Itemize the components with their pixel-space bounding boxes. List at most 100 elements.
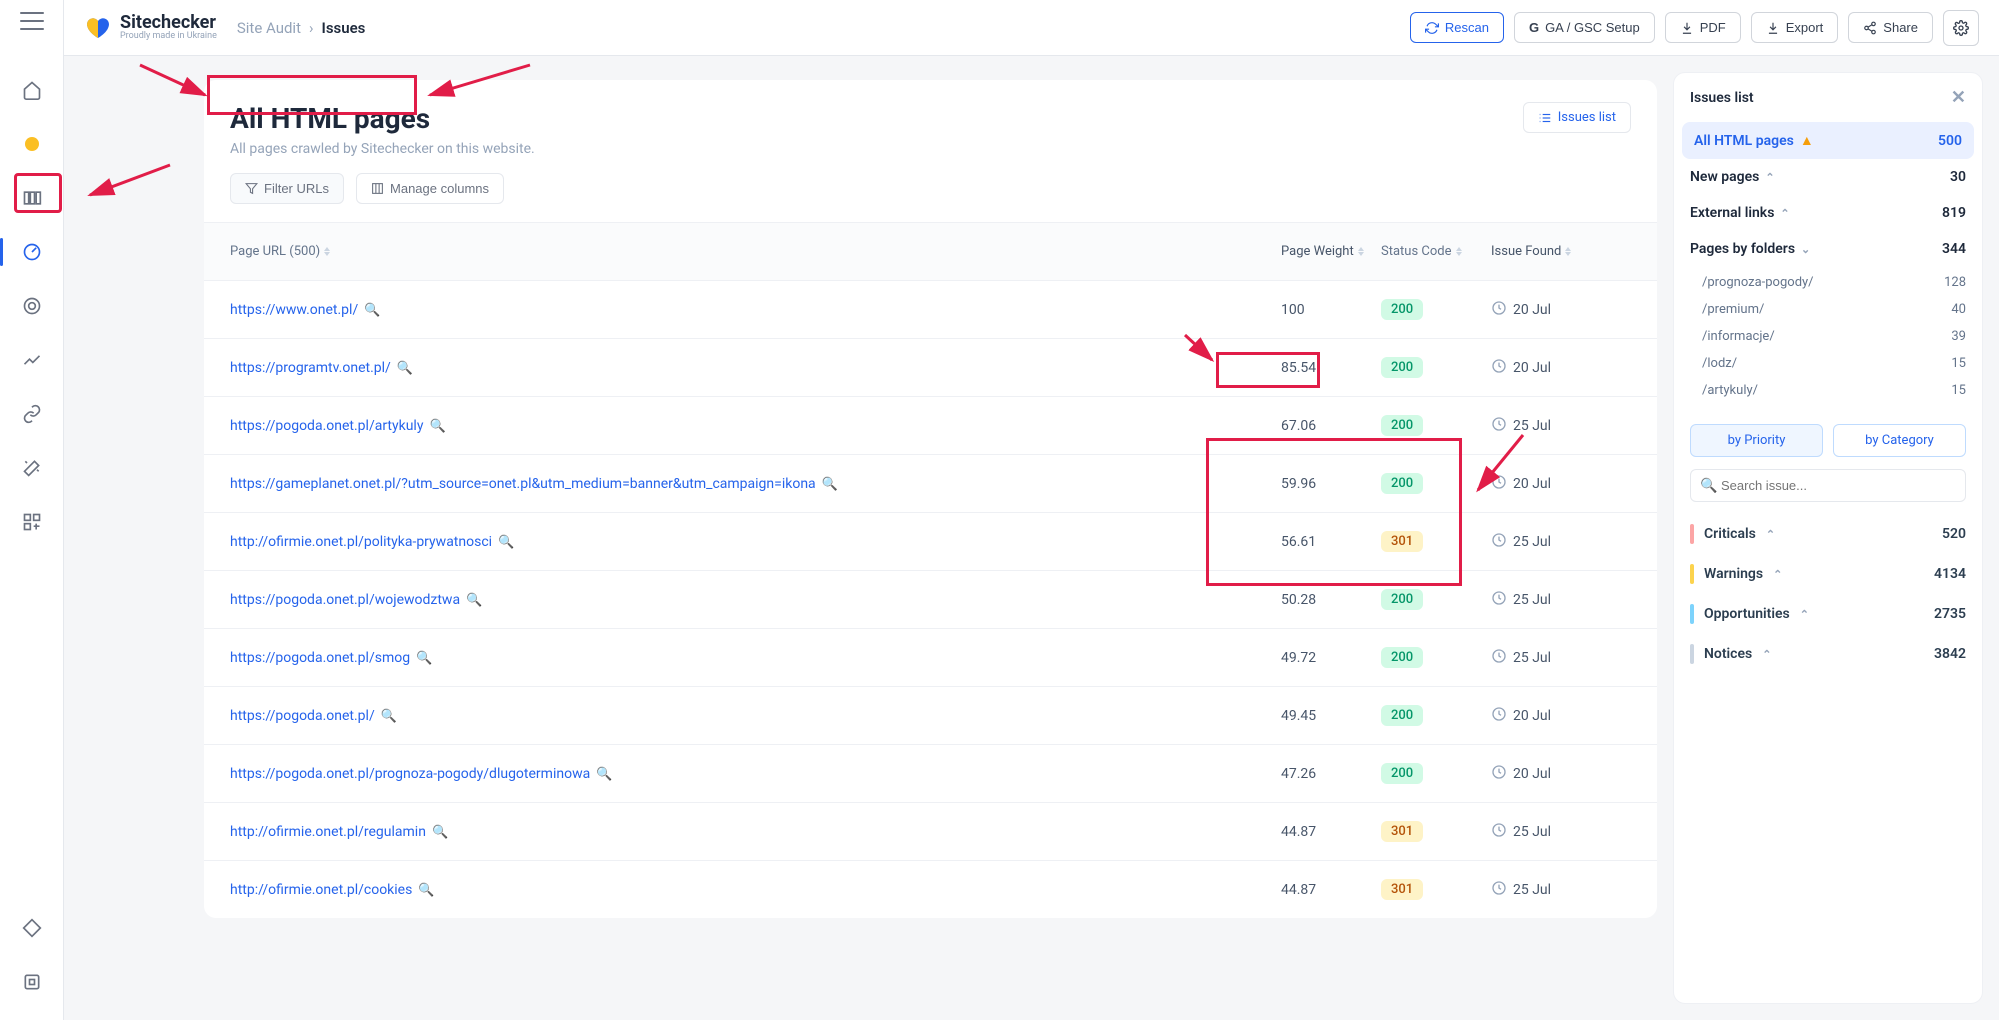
external-count: 819 [1942, 205, 1966, 221]
manage-columns-button[interactable]: Manage columns [356, 173, 504, 204]
nav-apps[interactable] [14, 504, 50, 540]
magnify-icon[interactable]: 🔍 [822, 477, 838, 492]
page-url-link[interactable]: https://pogoda.onet.pl/prognoza-pogody/d… [230, 766, 590, 782]
table-row[interactable]: https://programtv.onet.pl/🔍 85.54 200 20… [204, 338, 1657, 396]
list-icon [1538, 111, 1552, 125]
priority-item[interactable]: Notices ⌃3842 [1674, 634, 1982, 674]
nav-diamond[interactable] [14, 910, 50, 946]
page-url-link[interactable]: https://pogoda.onet.pl/smog [230, 650, 410, 666]
rescan-button[interactable]: Rescan [1410, 12, 1504, 43]
panel-item-folders[interactable]: Pages by folders ⌄ 344 [1674, 231, 1982, 267]
nav-analytics[interactable] [14, 342, 50, 378]
dot-icon [25, 137, 39, 151]
brand-name: Sitechecker [120, 14, 217, 32]
page-url-link[interactable]: https://gameplanet.onet.pl/?utm_source=o… [230, 476, 816, 492]
folder-item[interactable]: /premium/40 [1674, 296, 1982, 323]
magnify-icon[interactable]: 🔍 [364, 303, 380, 318]
tab-by-category[interactable]: by Category [1833, 424, 1966, 457]
nav-tools[interactable] [14, 450, 50, 486]
settings-button[interactable] [1943, 10, 1979, 46]
nav-links[interactable] [14, 396, 50, 432]
filter-urls-button[interactable]: Filter URLs [230, 173, 344, 204]
priority-item[interactable]: Criticals ⌃520 [1674, 514, 1982, 554]
nav-home[interactable] [14, 72, 50, 108]
chevron-up-icon: ⌃ [1762, 648, 1771, 661]
issue-date: 25 Jul [1513, 534, 1551, 550]
panel-item-new-pages[interactable]: New pages ⌃ 30 [1674, 159, 1982, 195]
priority-item[interactable]: Opportunities ⌃2735 [1674, 594, 1982, 634]
columns-icon [22, 188, 42, 208]
issue-date: 20 Jul [1513, 766, 1551, 782]
tab-by-priority[interactable]: by Priority [1690, 424, 1823, 457]
folder-item[interactable]: /artykuly/15 [1674, 377, 1982, 404]
magnify-icon[interactable]: 🔍 [397, 361, 413, 376]
logo[interactable]: Sitechecker Proudly made in Ukraine [84, 14, 217, 41]
nav-dashboard[interactable] [14, 180, 50, 216]
panel-close[interactable]: ✕ [1951, 87, 1966, 108]
share-button[interactable]: Share [1848, 12, 1933, 43]
page-url-link[interactable]: http://ofirmie.onet.pl/polityka-prywatno… [230, 534, 492, 550]
th-weight[interactable]: Page Weight [1281, 244, 1381, 259]
magnify-icon[interactable]: 🔍 [596, 767, 612, 782]
pdf-button[interactable]: PDF [1665, 12, 1741, 43]
magnify-icon[interactable]: 🔍 [381, 709, 397, 724]
th-status[interactable]: Status Code [1381, 244, 1491, 259]
folder-item[interactable]: /prognoza-pogody/128 [1674, 269, 1982, 296]
page-url-link[interactable]: http://ofirmie.onet.pl/cookies [230, 882, 412, 898]
priority-bar-icon [1690, 564, 1694, 584]
page-weight: 44.87 [1281, 882, 1381, 898]
issue-date: 20 Jul [1513, 302, 1551, 318]
table-row[interactable]: https://pogoda.onet.pl/wojewodztwa🔍 50.2… [204, 570, 1657, 628]
folder-item[interactable]: /informacje/39 [1674, 323, 1982, 350]
nav-rank[interactable] [14, 288, 50, 324]
page-url-link[interactable]: https://pogoda.onet.pl/artykuly [230, 418, 423, 434]
chevron-up-icon: ⌃ [1780, 207, 1789, 220]
magnify-icon[interactable]: 🔍 [498, 535, 514, 550]
export-button[interactable]: Export [1751, 12, 1839, 43]
chevron-up-icon: ⌃ [1773, 568, 1782, 581]
table-row[interactable]: https://pogoda.onet.pl/smog🔍 49.72 200 2… [204, 628, 1657, 686]
table-row[interactable]: https://gameplanet.onet.pl/?utm_source=o… [204, 454, 1657, 512]
breadcrumb-parent[interactable]: Site Audit [237, 19, 301, 37]
menu-toggle[interactable] [20, 12, 44, 30]
page-url-link[interactable]: https://pogoda.onet.pl/wojewodztwa [230, 592, 460, 608]
grid-plus-icon [22, 512, 42, 532]
magnify-icon[interactable]: 🔍 [416, 651, 432, 666]
nav-settings-bottom[interactable] [14, 964, 50, 1000]
page-url-link[interactable]: https://www.onet.pl/ [230, 302, 358, 318]
page-url-link[interactable]: http://ofirmie.onet.pl/regulamin [230, 824, 426, 840]
table-row[interactable]: https://pogoda.onet.pl/artykuly🔍 67.06 2… [204, 396, 1657, 454]
search-issue-input[interactable] [1690, 469, 1966, 502]
th-issue[interactable]: Issue Found [1491, 244, 1631, 259]
gear-icon [1953, 20, 1969, 36]
table-row[interactable]: http://ofirmie.onet.pl/regulamin🔍 44.87 … [204, 802, 1657, 860]
issues-list-button[interactable]: Issues list [1523, 102, 1631, 133]
magnify-icon[interactable]: 🔍 [429, 419, 445, 434]
panel-item-all-html[interactable]: All HTML pages ▲ 500 [1682, 122, 1974, 159]
clock-icon [1491, 474, 1507, 494]
magnify-icon[interactable]: 🔍 [466, 593, 482, 608]
magnify-icon[interactable]: 🔍 [418, 883, 434, 898]
nav-audit[interactable] [14, 234, 50, 270]
page-url-link[interactable]: https://programtv.onet.pl/ [230, 360, 391, 376]
issue-date: 25 Jul [1513, 650, 1551, 666]
magnify-icon[interactable]: 🔍 [432, 825, 448, 840]
table-row[interactable]: https://pogoda.onet.pl/🔍 49.45 200 20 Ju… [204, 686, 1657, 744]
chevron-down-icon: ⌄ [1801, 243, 1810, 256]
nav-project[interactable] [14, 126, 50, 162]
issues-list-label: Issues list [1558, 110, 1616, 125]
page-weight: 100 [1281, 302, 1381, 318]
th-url[interactable]: Page URL (500) [230, 244, 1281, 259]
page-url-link[interactable]: https://pogoda.onet.pl/ [230, 708, 375, 724]
panel-item-external[interactable]: External links ⌃ 819 [1674, 195, 1982, 231]
priority-item[interactable]: Warnings ⌃4134 [1674, 554, 1982, 594]
ga-gsc-button[interactable]: G GA / GSC Setup [1514, 12, 1655, 43]
issues-panel: Issues list ✕ All HTML pages ▲ 500 New p… [1673, 72, 1983, 1004]
folder-item[interactable]: /lodz/15 [1674, 350, 1982, 377]
table-row[interactable]: http://ofirmie.onet.pl/cookies🔍 44.87 30… [204, 860, 1657, 918]
priority-count: 520 [1942, 526, 1966, 542]
table-row[interactable]: http://ofirmie.onet.pl/polityka-prywatno… [204, 512, 1657, 570]
table-row[interactable]: https://pogoda.onet.pl/prognoza-pogody/d… [204, 744, 1657, 802]
clock-icon [1491, 764, 1507, 784]
table-row[interactable]: https://www.onet.pl/🔍 100 200 20 Jul [204, 280, 1657, 338]
